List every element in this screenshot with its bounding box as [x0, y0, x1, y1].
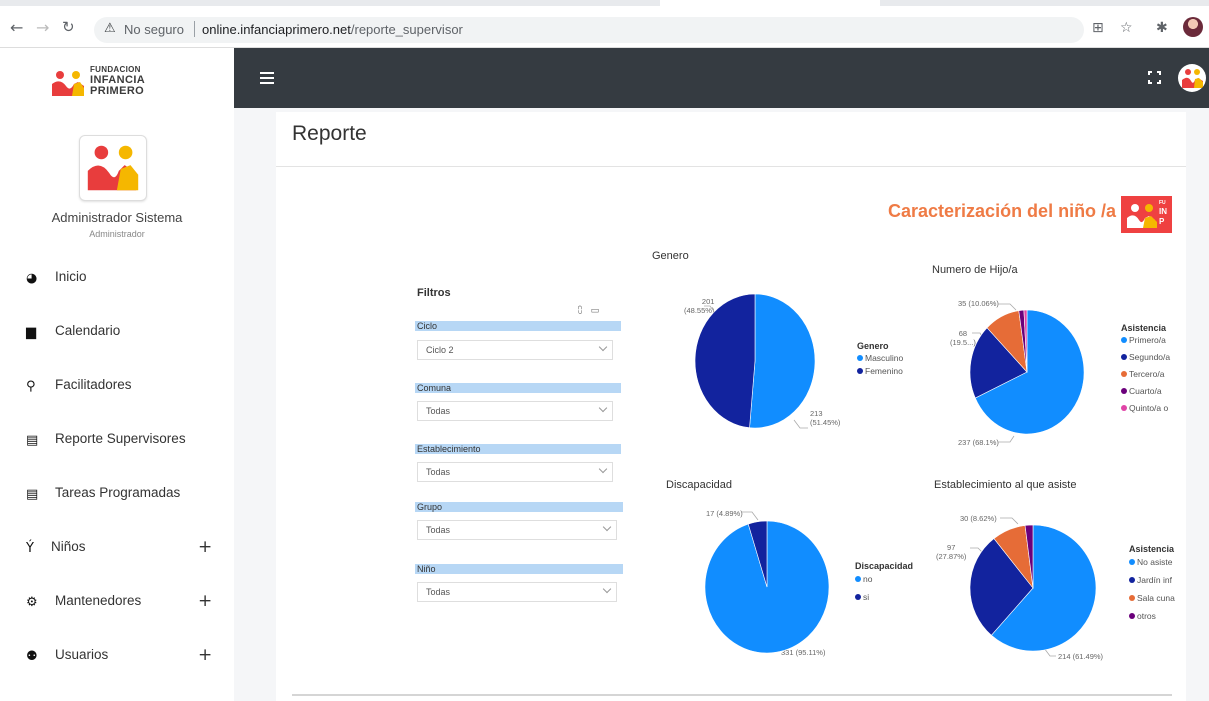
pie-slice[interactable] — [694, 293, 756, 429]
pie-slice[interactable] — [749, 293, 816, 429]
pie-charts — [694, 293, 1097, 657]
